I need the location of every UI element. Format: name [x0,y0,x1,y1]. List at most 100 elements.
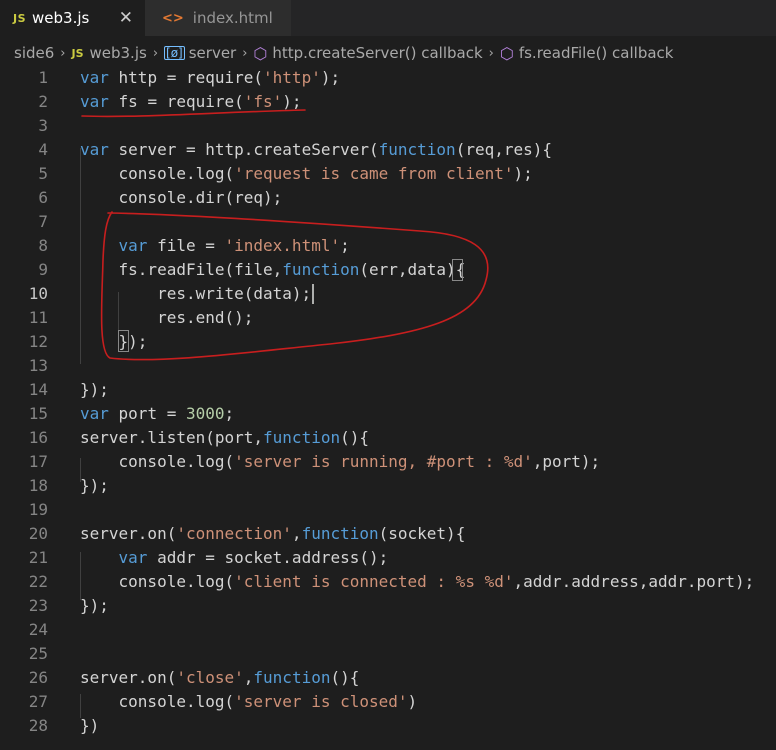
code-line: 18}); [0,474,776,498]
code-token: server.listen(port, [80,428,264,447]
breadcrumb-symbol-createserver-callback[interactable]: ⬡ http.createServer() callback [253,44,482,63]
code-line: 14}); [0,378,776,402]
code-token: ) [407,692,418,711]
code-text: console.log('client is connected : %s %d… [80,570,755,594]
line-number: 27 [28,692,48,711]
code-text: var port = 3000; [80,402,234,426]
code-line: 26 server.on('close',function(){ [0,666,776,690]
code-text: console.log('request is came from client… [80,162,533,186]
code-token: (){ [340,428,369,447]
code-token: res.write(data); [80,284,312,303]
code-text: var http = require('http'); [80,66,340,90]
code-text: var file = 'index.html'; [80,234,350,258]
tab-label: web3.js [32,9,90,27]
code-line: 12 }); [0,330,776,354]
code-line: 25 [0,642,776,666]
line-number: 26 [28,668,48,687]
string-literal: 'server is running, #port : %d' [234,452,533,471]
code-line: 28}) [0,714,776,738]
code-line: 19 [0,498,776,522]
code-line: 20 server.on('connection',function(socket… [0,522,776,546]
line-number: 25 [28,644,48,663]
string-literal: 'http' [263,68,321,87]
breadcrumb-file[interactable]: JS web3.js [71,44,146,62]
code-token: ); [320,68,341,87]
chevron-right-icon: › [152,45,159,61]
line-number: 3 [38,116,48,135]
keyword: var [80,92,109,111]
line-number: 7 [38,212,48,231]
code-text: var addr = socket.address(); [80,546,389,570]
close-tab-icon[interactable]: ✕ [119,8,133,28]
keyword: function [282,260,360,279]
line-number: 18 [28,476,48,495]
line-number: 9 [38,260,48,279]
string-literal: 'client is connected : %s %d' [234,572,514,591]
code-token: }); [80,380,109,399]
number-literal: 3000 [185,404,225,423]
line-number: 1 [38,68,48,87]
code-line: 22 console.log('client is connected : %s… [0,570,776,594]
breadcrumb-symbol-server[interactable]: [ø] server [164,44,236,62]
code-line: 6 console.dir(req); [0,186,776,210]
code-token: ,port); [532,452,601,471]
breadcrumb: side6 › JS web3.js › [ø] server › ⬡ http… [0,36,776,70]
keyword: function [301,524,379,543]
code-text: var server = http.createServer(function(… [80,138,552,162]
code-line: 24 [0,618,776,642]
code-text: console.dir(req); [80,186,283,210]
code-line: 13 [0,354,776,378]
line-number: 2 [38,92,48,111]
code-token: (req,res){ [455,140,553,159]
breadcrumb-symbol-readfile-callback[interactable]: ⬡ fs.readFile() callback [500,44,674,63]
string-literal: 'fs' [243,92,283,111]
code-token: (socket){ [378,524,466,543]
line-number: 12 [28,332,48,351]
code-token: console.log( [80,572,235,591]
code-line: 3 [0,114,776,138]
code-token: (){ [330,668,360,687]
bracket-match-highlight [118,330,129,352]
code-editor[interactable]: 1 var http = require('http'); 2 var fs = r… [0,66,776,750]
keyword: var [80,68,109,87]
code-token: console.dir(req); [80,188,283,207]
breadcrumb-symbol-label: server [188,44,237,62]
code-line: 9 fs.readFile(file,function(err,data){ [0,258,776,282]
code-token: }); [80,476,109,495]
line-number: 10 [28,284,48,303]
code-line: 16 server.listen(port,function(){ [0,426,776,450]
breadcrumb-file-label: web3.js [89,44,147,62]
variable-icon: [ø] [164,46,185,60]
line-number: 21 [28,548,48,567]
code-token: ); [282,92,302,111]
code-line: 17 console.log('server is running, #port… [0,450,776,474]
code-token: console.log( [80,692,235,711]
code-token: ; [224,404,235,423]
method-cube-icon: ⬡ [253,43,268,63]
code-text: server.on('connection',function(socket){ [80,522,465,546]
line-number: 15 [28,404,48,423]
code-token: server.on( [80,524,177,543]
code-token: server.on( [80,668,177,687]
line-number: 11 [28,308,48,327]
line-number: 22 [28,572,48,591]
line-number: 13 [28,356,48,375]
code-text: console.log('server is closed') [80,690,418,714]
line-number: 19 [28,500,48,519]
method-cube-icon: ⬡ [499,43,514,63]
code-line: 15 var port = 3000; [0,402,776,426]
code-token: console.log( [80,452,235,471]
tab-web3-js[interactable]: JS web3.js ✕ [0,0,145,36]
tab-index-html[interactable]: <> index.html [145,0,291,36]
keyword: function [253,668,331,687]
line-number: 23 [28,596,48,615]
string-literal: 'close' [176,668,244,687]
bracket-match-highlight [452,259,463,281]
code-token: http = require( [108,68,264,87]
breadcrumb-folder[interactable]: side6 [14,44,54,62]
code-token: }); [80,332,148,351]
code-text: server.on('close',function(){ [80,666,359,690]
code-line-current: 10 res.write(data); [0,282,776,306]
